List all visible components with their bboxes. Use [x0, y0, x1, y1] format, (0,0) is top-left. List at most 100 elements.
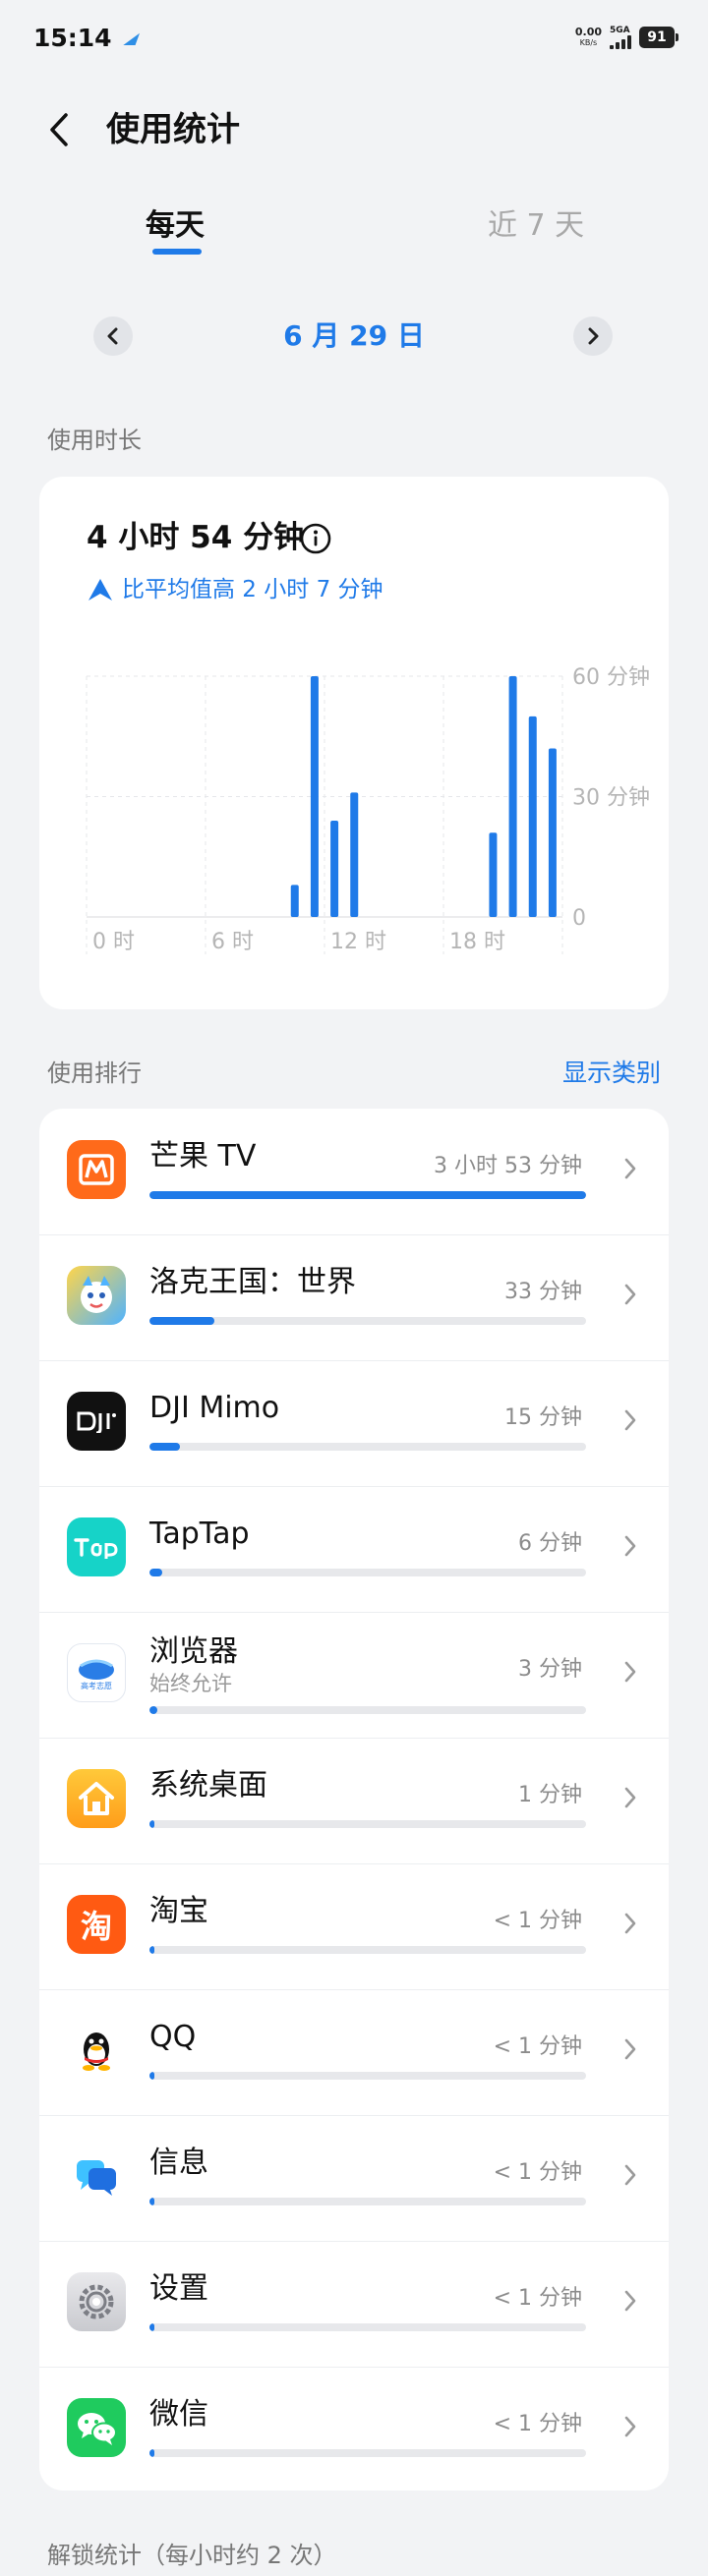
home-launcher-icon: [67, 1769, 126, 1828]
app-row-mango-tv[interactable]: 芒果 TV 3 小时 53 分钟: [39, 1109, 669, 1234]
mango-tv-icon: [67, 1140, 126, 1199]
settings-icon: [67, 2272, 126, 2331]
battery-icon: 91: [639, 27, 678, 48]
app-row-settings[interactable]: 设置 < 1 分钟: [39, 2241, 669, 2367]
usage-bar-hour-20: [489, 832, 498, 917]
usage-progress-fill: [149, 1443, 181, 1451]
app-row-taptap[interactable]: TapTap 6 分钟: [39, 1486, 669, 1612]
chevron-right-icon: [616, 1529, 645, 1563]
usage-progress-fill: [149, 1317, 214, 1325]
network-type: 5GA: [610, 26, 630, 35]
app-usage-time: < 1 分钟: [493, 2034, 582, 2059]
app-usage-time: 33 分钟: [504, 1280, 582, 1304]
x-tick-label: 6 时: [211, 930, 254, 954]
wechat-icon: [67, 2398, 126, 2457]
chevron-right-icon: [616, 2032, 645, 2066]
network-speed-value: 0.00: [574, 26, 602, 38]
usage-progress-bar: [149, 2449, 586, 2457]
chevron-right-icon: [616, 1152, 645, 1185]
app-usage-time: < 1 分钟: [493, 2286, 582, 2311]
app-name: 淘宝: [149, 1894, 208, 1928]
usage-progress-bar: [149, 2072, 586, 2080]
app-name: TapTap: [149, 1517, 250, 1551]
app-usage-time: 1 分钟: [518, 1783, 582, 1807]
app-name: 浏览器: [149, 1634, 238, 1669]
usage-progress-bar: [149, 2198, 586, 2205]
usage-progress-bar: [149, 1317, 586, 1325]
app-name: 设置: [149, 2271, 208, 2306]
taobao-icon: 淘: [67, 1895, 126, 1954]
status-indicators: 0.00 KB/s 5GA 91: [574, 26, 678, 49]
qq-icon: [67, 2021, 126, 2080]
browser-icon: 高考志愿: [67, 1643, 126, 1702]
chevron-right-icon: [616, 2158, 645, 2192]
usage-bar-hour-22: [528, 716, 537, 917]
app-row-home-launcher[interactable]: 系统桌面 1 分钟: [39, 1738, 669, 1863]
chevron-right-icon: [616, 1403, 645, 1437]
usage-progress-fill: [149, 2198, 155, 2205]
unlock-section-label: 解锁统计（每小时约 2 次）: [47, 2542, 337, 2569]
app-row-wechat[interactable]: 微信 < 1 分钟: [39, 2367, 669, 2492]
status-time: 15:14: [33, 23, 112, 52]
network-speed-unit: KB/s: [579, 38, 598, 47]
usage-progress-fill: [149, 1569, 163, 1576]
usage-progress-fill: [149, 2072, 155, 2080]
usage-progress-bar: [149, 1569, 586, 1576]
usage-progress-bar: [149, 1706, 586, 1714]
y-tick-label: 0: [572, 906, 586, 931]
app-row-messages[interactable]: 信息 < 1 分钟: [39, 2115, 669, 2241]
app-ranking-list: 芒果 TV 3 小时 53 分钟 洛克王国：世界 33 分钟 DJI Mimo …: [39, 1109, 669, 2490]
chevron-right-icon: [616, 2284, 645, 2318]
tab-weekly[interactable]: 近 7 天: [488, 201, 584, 251]
page-title: 使用统计: [106, 110, 240, 149]
app-row-browser[interactable]: 高考志愿 浏览器 始终允许 3 分钟: [39, 1612, 669, 1738]
app-name: QQ: [149, 2020, 197, 2054]
back-button[interactable]: [37, 108, 81, 151]
show-category-button[interactable]: 显示类别: [562, 1058, 661, 1089]
app-name: 系统桌面: [149, 1768, 267, 1803]
tab-daily[interactable]: 每天: [146, 201, 205, 251]
app-usage-time: < 1 分钟: [493, 2160, 582, 2185]
signal-icon: 5GA: [610, 26, 631, 49]
usage-bar-hour-10: [290, 885, 299, 917]
y-tick-label: 60 分钟: [572, 665, 650, 690]
app-usage-time: < 1 分钟: [493, 2412, 582, 2436]
app-row-roco-kingdom[interactable]: 洛克王国：世界 33 分钟: [39, 1234, 669, 1360]
next-day-button[interactable]: [573, 316, 613, 356]
usage-bar-hour-12: [330, 821, 339, 917]
battery-level: 91: [647, 29, 667, 45]
app-usage-time: < 1 分钟: [493, 1909, 582, 1933]
chevron-right-icon: [616, 1655, 645, 1689]
app-name: 微信: [149, 2397, 208, 2432]
back-arrow-icon: [50, 113, 68, 146]
date-navigator: 6 月 29 日: [0, 313, 708, 360]
usage-card: 4 小时 54 分钟 比平均值高 2 小时 7 分钟 60 分钟 30 分钟 0 0 …: [39, 477, 669, 1009]
usage-progress-bar: [149, 1820, 586, 1828]
taptap-icon: [67, 1517, 126, 1576]
app-usage-time: 15 分钟: [504, 1405, 582, 1430]
app-usage-time: 3 小时 53 分钟: [434, 1154, 582, 1178]
app-row-taobao[interactable]: 淘 淘宝 < 1 分钟: [39, 1863, 669, 1989]
chevron-right-icon: [616, 1781, 645, 1814]
chevron-right-icon: [616, 1278, 645, 1311]
usage-progress-bar: [149, 2323, 586, 2331]
leaf-notification-icon: ◢: [122, 28, 142, 47]
roco-kingdom-icon: [67, 1266, 126, 1325]
usage-progress-bar: [149, 1443, 586, 1451]
chevron-right-icon: [616, 1907, 645, 1940]
app-name: 信息: [149, 2146, 208, 2180]
app-usage-time: 3 分钟: [518, 1657, 582, 1682]
usage-bar-chart: 60 分钟 30 分钟 0 0 时 6 时 12 时 18 时: [86, 665, 650, 954]
app-row-dji-mimo[interactable]: DJI Mimo 15 分钟: [39, 1360, 669, 1486]
usage-section-label: 使用时长: [47, 427, 142, 454]
tab-active-indicator: [152, 249, 202, 255]
ranking-section-label: 使用排行: [47, 1059, 142, 1087]
app-row-qq[interactable]: QQ < 1 分钟: [39, 1989, 669, 2115]
usage-progress-bar: [149, 1946, 586, 1954]
usage-progress-fill: [149, 2323, 155, 2331]
messages-icon: [67, 2147, 126, 2205]
app-permission-note: 始终允许: [149, 1672, 232, 1695]
dji-mimo-icon: [67, 1392, 126, 1451]
usage-progress-fill: [149, 2449, 155, 2457]
status-bar: 15:14 ◢ 0.00 KB/s 5GA 91: [0, 0, 708, 75]
